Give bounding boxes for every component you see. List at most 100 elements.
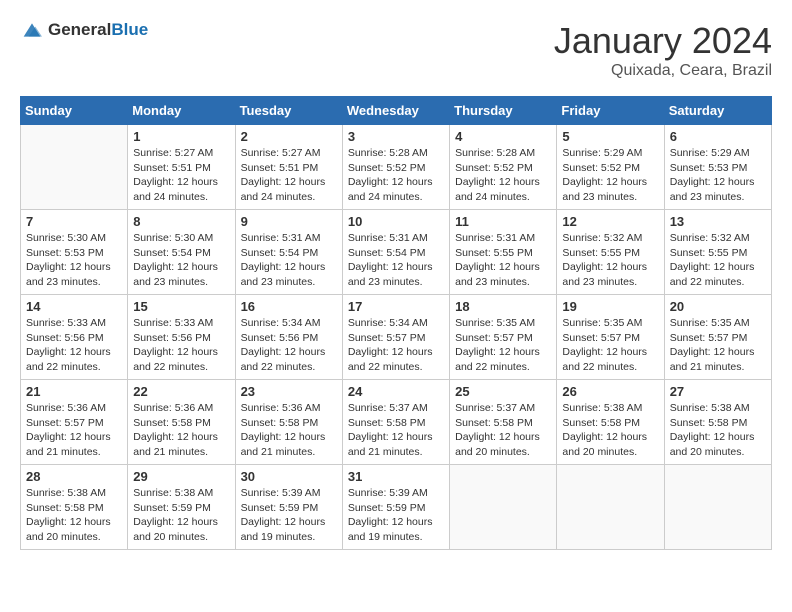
week-row-2: 14 Sunrise: 5:33 AMSunset: 5:56 PMDayligh… xyxy=(21,295,772,380)
day-info: Sunrise: 5:35 AMSunset: 5:57 PMDaylight:… xyxy=(562,316,658,375)
day-cell: 17Sunrise: 5:34 AMSunset: 5:57 PMDayligh… xyxy=(342,295,449,380)
day-cell: 23 Sunrise: 5:36 AMSunset: 5:58 PMDayligh… xyxy=(235,380,342,465)
day-info: Sunrise: 5:28 AMSunset: 5:52 PMDaylight:… xyxy=(348,146,444,205)
day-number: 24 xyxy=(348,384,444,399)
day-number: 31 xyxy=(348,469,444,484)
day-info: Sunrise: 5:39 AMSunset: 5:59 PMDaylight:… xyxy=(348,486,444,545)
day-cell: 30 Sunrise: 5:39 AMSunset: 5:59 PMDayligh… xyxy=(235,465,342,550)
day-cell: 19Sunrise: 5:35 AMSunset: 5:57 PMDayligh… xyxy=(557,295,664,380)
day-number: 26 xyxy=(562,384,658,399)
day-number: 29 xyxy=(133,469,229,484)
day-number: 16 xyxy=(241,299,337,314)
day-info: Sunrise: 5:36 AMSunset: 5:58 PMDaylight:… xyxy=(133,401,229,460)
day-number: 11 xyxy=(455,214,551,229)
location: Quixada, Ceara, Brazil xyxy=(554,62,772,80)
day-info: Sunrise: 5:32 AMSunset: 5:55 PMDaylight:… xyxy=(670,231,766,290)
title-area: January 2024 Quixada, Ceara, Brazil xyxy=(554,20,772,80)
day-cell: 1Sunrise: 5:27 AMSunset: 5:51 PMDaylight… xyxy=(128,125,235,210)
day-cell xyxy=(664,465,771,550)
day-cell: 29 Sunrise: 5:38 AMSunset: 5:59 PMDayligh… xyxy=(128,465,235,550)
day-number: 27 xyxy=(670,384,766,399)
day-cell: 18Sunrise: 5:35 AMSunset: 5:57 PMDayligh… xyxy=(450,295,557,380)
day-cell: 28Sunrise: 5:38 AMSunset: 5:58 PMDayligh… xyxy=(21,465,128,550)
day-cell: 13 Sunrise: 5:32 AMSunset: 5:55 PMDayligh… xyxy=(664,210,771,295)
day-cell: 26 Sunrise: 5:38 AMSunset: 5:58 PMDayligh… xyxy=(557,380,664,465)
day-cell: 2Sunrise: 5:27 AMSunset: 5:51 PMDaylight… xyxy=(235,125,342,210)
day-info: Sunrise: 5:33 AMSunset: 5:56 PMDaylight:… xyxy=(26,316,122,375)
day-info: Sunrise: 5:38 AMSunset: 5:59 PMDaylight:… xyxy=(133,486,229,545)
week-row-0: 1Sunrise: 5:27 AMSunset: 5:51 PMDaylight… xyxy=(21,125,772,210)
day-cell xyxy=(557,465,664,550)
calendar-table: SundayMondayTuesdayWednesdayThursdayFrid… xyxy=(20,96,772,550)
day-info: Sunrise: 5:37 AMSunset: 5:58 PMDaylight:… xyxy=(455,401,551,460)
day-info: Sunrise: 5:30 AMSunset: 5:53 PMDaylight:… xyxy=(26,231,122,290)
day-cell: 12Sunrise: 5:32 AMSunset: 5:55 PMDayligh… xyxy=(557,210,664,295)
week-row-3: 21Sunrise: 5:36 AMSunset: 5:57 PMDayligh… xyxy=(21,380,772,465)
day-number: 25 xyxy=(455,384,551,399)
col-header-friday: Friday xyxy=(557,97,664,125)
day-info: Sunrise: 5:29 AMSunset: 5:52 PMDaylight:… xyxy=(562,146,658,205)
day-cell: 16Sunrise: 5:34 AMSunset: 5:56 PMDayligh… xyxy=(235,295,342,380)
week-row-1: 7 Sunrise: 5:30 AMSunset: 5:53 PMDaylight… xyxy=(21,210,772,295)
day-number: 22 xyxy=(133,384,229,399)
day-info: Sunrise: 5:29 AMSunset: 5:53 PMDaylight:… xyxy=(670,146,766,205)
logo-general: General xyxy=(48,20,111,39)
day-number: 13 xyxy=(670,214,766,229)
day-cell: 15Sunrise: 5:33 AMSunset: 5:56 PMDayligh… xyxy=(128,295,235,380)
logo: GeneralBlue xyxy=(20,20,148,40)
day-info: Sunrise: 5:39 AMSunset: 5:59 PMDaylight:… xyxy=(241,486,337,545)
day-cell xyxy=(21,125,128,210)
col-header-sunday: Sunday xyxy=(21,97,128,125)
col-header-thursday: Thursday xyxy=(450,97,557,125)
day-number: 5 xyxy=(562,129,658,144)
day-info: Sunrise: 5:28 AMSunset: 5:52 PMDaylight:… xyxy=(455,146,551,205)
day-number: 7 xyxy=(26,214,122,229)
header-row: SundayMondayTuesdayWednesdayThursdayFrid… xyxy=(21,97,772,125)
col-header-tuesday: Tuesday xyxy=(235,97,342,125)
logo-icon xyxy=(20,20,44,40)
day-cell: 20Sunrise: 5:35 AMSunset: 5:57 PMDayligh… xyxy=(664,295,771,380)
col-header-wednesday: Wednesday xyxy=(342,97,449,125)
day-number: 18 xyxy=(455,299,551,314)
day-cell: 14 Sunrise: 5:33 AMSunset: 5:56 PMDayligh… xyxy=(21,295,128,380)
day-info: Sunrise: 5:30 AMSunset: 5:54 PMDaylight:… xyxy=(133,231,229,290)
col-header-monday: Monday xyxy=(128,97,235,125)
month-year: January 2024 xyxy=(554,20,772,62)
day-number: 9 xyxy=(241,214,337,229)
day-cell: 5 Sunrise: 5:29 AMSunset: 5:52 PMDaylight… xyxy=(557,125,664,210)
day-number: 3 xyxy=(348,129,444,144)
day-info: Sunrise: 5:38 AMSunset: 5:58 PMDaylight:… xyxy=(562,401,658,460)
page-header: GeneralBlue January 2024 Quixada, Ceara,… xyxy=(20,20,772,80)
day-number: 17 xyxy=(348,299,444,314)
day-cell: 21Sunrise: 5:36 AMSunset: 5:57 PMDayligh… xyxy=(21,380,128,465)
day-cell: 25 Sunrise: 5:37 AMSunset: 5:58 PMDayligh… xyxy=(450,380,557,465)
day-info: Sunrise: 5:27 AMSunset: 5:51 PMDaylight:… xyxy=(133,146,229,205)
day-cell xyxy=(450,465,557,550)
day-cell: 7 Sunrise: 5:30 AMSunset: 5:53 PMDaylight… xyxy=(21,210,128,295)
day-cell: 9Sunrise: 5:31 AMSunset: 5:54 PMDaylight… xyxy=(235,210,342,295)
day-info: Sunrise: 5:32 AMSunset: 5:55 PMDaylight:… xyxy=(562,231,658,290)
day-info: Sunrise: 5:38 AMSunset: 5:58 PMDaylight:… xyxy=(670,401,766,460)
day-cell: 4 Sunrise: 5:28 AMSunset: 5:52 PMDaylight… xyxy=(450,125,557,210)
day-number: 30 xyxy=(241,469,337,484)
day-number: 14 xyxy=(26,299,122,314)
day-number: 21 xyxy=(26,384,122,399)
day-cell: 27 Sunrise: 5:38 AMSunset: 5:58 PMDayligh… xyxy=(664,380,771,465)
day-number: 15 xyxy=(133,299,229,314)
day-cell: 6 Sunrise: 5:29 AMSunset: 5:53 PMDaylight… xyxy=(664,125,771,210)
day-cell: 24 Sunrise: 5:37 AMSunset: 5:58 PMDayligh… xyxy=(342,380,449,465)
day-number: 2 xyxy=(241,129,337,144)
week-row-4: 28Sunrise: 5:38 AMSunset: 5:58 PMDayligh… xyxy=(21,465,772,550)
day-number: 10 xyxy=(348,214,444,229)
day-info: Sunrise: 5:31 AMSunset: 5:54 PMDaylight:… xyxy=(348,231,444,290)
day-cell: 31 Sunrise: 5:39 AMSunset: 5:59 PMDayligh… xyxy=(342,465,449,550)
day-info: Sunrise: 5:37 AMSunset: 5:58 PMDaylight:… xyxy=(348,401,444,460)
day-number: 6 xyxy=(670,129,766,144)
day-number: 23 xyxy=(241,384,337,399)
col-header-saturday: Saturday xyxy=(664,97,771,125)
day-number: 8 xyxy=(133,214,229,229)
day-info: Sunrise: 5:36 AMSunset: 5:58 PMDaylight:… xyxy=(241,401,337,460)
day-number: 4 xyxy=(455,129,551,144)
logo-blue: Blue xyxy=(111,20,148,39)
day-cell: 10 Sunrise: 5:31 AMSunset: 5:54 PMDayligh… xyxy=(342,210,449,295)
